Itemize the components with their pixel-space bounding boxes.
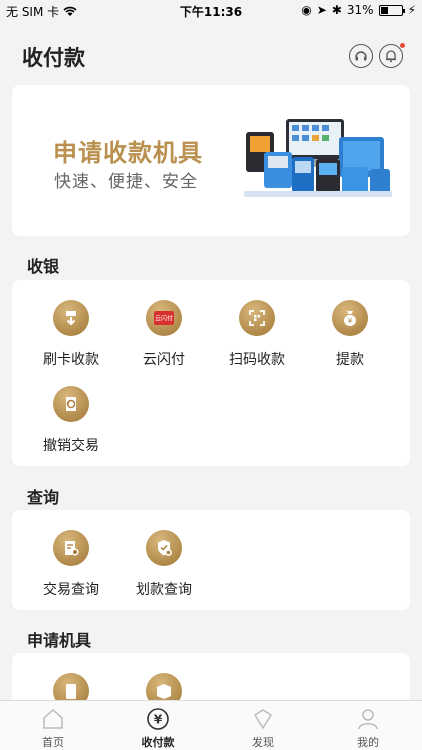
bell-icon — [386, 50, 396, 63]
item-label: 扫码收款 — [229, 352, 285, 368]
tab-profile[interactable]: 我的 — [333, 706, 403, 750]
quickpass-icon: 云闪付 — [146, 300, 182, 336]
card-swipe-icon — [53, 300, 89, 336]
svg-text:¥: ¥ — [154, 713, 163, 727]
banner-title: 申请收款机具 — [53, 139, 203, 167]
item-label: 交易查询 — [43, 582, 99, 598]
yuan-circle-icon: ¥ — [147, 708, 169, 730]
qr-scan-icon — [239, 300, 275, 336]
cancel-transaction-button[interactable]: 撤销交易 — [31, 386, 111, 455]
svg-text:¥: ¥ — [348, 317, 353, 325]
notification-button[interactable] — [379, 43, 405, 68]
battery-icon — [378, 4, 405, 16]
scan-to-collect-button[interactable]: 扫码收款 — [217, 300, 297, 369]
tab-discover[interactable]: 发现 — [228, 706, 298, 750]
transaction-query-button[interactable]: 交易查询 — [31, 530, 111, 599]
lock-rotation-icon: ◉ — [301, 3, 312, 17]
page-title: 收付款 — [22, 46, 85, 70]
tab-label: 收付款 — [141, 736, 175, 749]
cashier-card: 刷卡收款 云闪付 云闪付 扫码收款 ¥ 提款 撤销交易 — [12, 280, 410, 466]
undo-receipt-icon — [53, 386, 89, 422]
tab-home[interactable]: 首页 — [18, 706, 88, 750]
headset-icon — [355, 51, 367, 61]
withdraw-button[interactable]: ¥ 提款 — [310, 300, 390, 369]
unionpay-quickpass-button[interactable]: 云闪付 云闪付 — [124, 300, 204, 369]
person-icon — [358, 709, 378, 730]
section-title-query: 查询 — [27, 488, 60, 507]
tab-label: 发现 — [252, 736, 274, 749]
tab-payments[interactable]: ¥ 收付款 — [123, 706, 193, 750]
item-label: 云闪付 — [143, 352, 185, 368]
item-label: 撤销交易 — [43, 438, 99, 454]
bluetooth-icon: ✱ — [331, 3, 342, 17]
shield-search-icon — [146, 530, 182, 566]
home-icon — [43, 708, 63, 729]
item-label: 划款查询 — [136, 582, 192, 598]
customer-service-button[interactable] — [349, 44, 373, 68]
apply-terminal-banner[interactable]: 申请收款机具 快速、便捷、安全 — [12, 85, 410, 236]
query-card: 交易查询 划款查询 — [12, 510, 410, 610]
payment-devices-illustration — [244, 119, 392, 197]
section-title-apply: 申请机具 — [27, 631, 92, 650]
battery-percent: 31% — [346, 3, 374, 17]
document-search-icon — [53, 530, 89, 566]
tab-label: 首页 — [42, 736, 64, 749]
item-label: 刷卡收款 — [43, 352, 99, 368]
status-bar: 无 SIM 卡 下午11:36 ◉ ➤ ✱ 31% ⚡ — [0, 0, 422, 22]
location-icon: ➤ — [316, 3, 327, 17]
section-title-cashier: 收银 — [27, 257, 60, 276]
discover-icon — [253, 709, 273, 730]
tab-label: 我的 — [357, 736, 379, 749]
charging-icon: ⚡ — [407, 3, 416, 17]
settlement-query-button[interactable]: 划款查询 — [124, 530, 204, 599]
money-bag-icon: ¥ — [332, 300, 368, 336]
svg-text:云闪付: 云闪付 — [155, 315, 173, 323]
banner-subtitle: 快速、便捷、安全 — [54, 172, 198, 192]
item-label: 提款 — [336, 352, 364, 368]
notification-badge — [400, 43, 405, 48]
bottom-tab-bar: 首页 ¥ 收付款 发现 我的 — [0, 700, 422, 750]
card-swipe-payment-button[interactable]: 刷卡收款 — [31, 300, 111, 369]
